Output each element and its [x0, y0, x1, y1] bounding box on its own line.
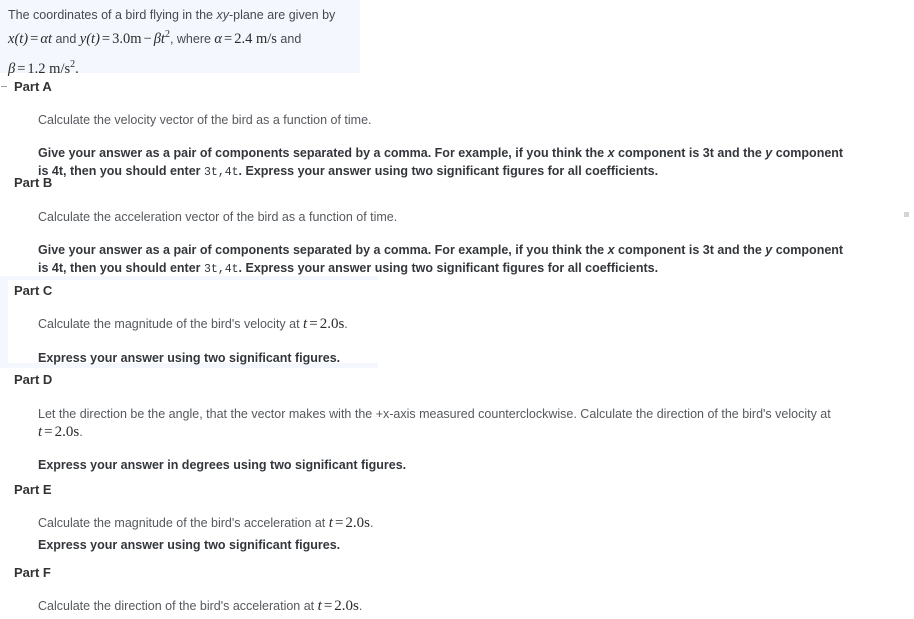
part-b-heading[interactable]: Part B — [0, 175, 914, 191]
scroll-indicator-artifact — [904, 212, 909, 217]
part-c-body: Calculate the magnitude of the bird's ve… — [0, 315, 914, 367]
part-d-question-text: Let the direction be the angle, that the… — [38, 407, 831, 421]
instr-text-b5: . Express your answer using two signific… — [238, 261, 659, 275]
part-e-time-value: t = 2.0s — [328, 515, 370, 531]
part-e-question: Calculate the magnitude of the bird's ac… — [38, 514, 914, 532]
part-f-time-value: t = 2.0s — [317, 598, 359, 614]
part-a-body: Calculate the velocity vector of the bir… — [0, 111, 914, 182]
alpha-value: α = 2.4 m/s — [214, 30, 277, 47]
instr-x-symbol-a: x — [607, 146, 615, 160]
part-c-time-value: t = 2.0s — [303, 316, 345, 332]
part-d-heading-label: Part D — [14, 372, 53, 387]
part-b-section: Part B Calculate the acceleration vector… — [0, 175, 914, 279]
instr-text-a1: Give your answer as a pair of components… — [38, 146, 608, 160]
instr-example-y-b: 4t — [224, 263, 239, 276]
instr-example-comma-b: , — [217, 263, 225, 276]
part-f-question: Calculate the direction of the bird's ac… — [38, 597, 914, 615]
part-b-instructions: Give your answer as a pair of components… — [38, 241, 914, 279]
part-e-question-text: Calculate the magnitude of the bird's ac… — [38, 516, 329, 530]
part-f-question-text: Calculate the direction of the bird's ac… — [38, 599, 318, 613]
statement-where: , where — [169, 31, 215, 46]
instr-example-x-b: 3t — [204, 263, 218, 276]
part-d-time-value: t = 2.0s — [38, 424, 80, 440]
statement-line-1: The coordinates of a bird flying in the … — [8, 6, 352, 25]
statement-and-1: and — [51, 31, 80, 46]
part-e-heading[interactable]: Part E — [0, 482, 914, 498]
statement-line-3: β = 1.2 m/s2. — [8, 55, 352, 79]
part-b-question: Calculate the acceleration vector of the… — [38, 210, 398, 224]
part-e-heading-label: Part E — [14, 482, 52, 497]
statement-xy-plane: xy — [216, 8, 229, 22]
part-c-section: Part C Calculate the magnitude of the bi… — [0, 283, 914, 367]
instr-text-b4: is 4t, then you should enter — [38, 261, 204, 275]
equation-x-of-t: x(t) = αt — [8, 30, 52, 47]
instr-text-b3: component — [772, 243, 844, 257]
part-b-body: Calculate the acceleration vector of the… — [0, 208, 914, 279]
part-f-section: Part F Calculate the direction of the bi… — [0, 565, 914, 615]
part-f-heading-label: Part F — [14, 565, 51, 580]
statement-period: . — [75, 60, 79, 77]
part-c-period: . — [344, 317, 348, 331]
part-c-heading-label: Part C — [14, 283, 53, 298]
instr-text-b1: Give your answer as a pair of components… — [38, 243, 608, 257]
part-d-body: Let the direction be the angle, that the… — [0, 405, 914, 474]
instr-text-b2: component is 3t and the — [614, 243, 766, 257]
part-a-question: Calculate the velocity vector of the bir… — [38, 113, 372, 127]
part-f-period: . — [358, 599, 363, 613]
equation-y-of-t: y(t) = 3.0m − βt2 — [79, 29, 170, 47]
part-c-heading[interactable]: Part C — [0, 283, 914, 299]
part-c-question: Calculate the magnitude of the bird's ve… — [38, 315, 914, 333]
part-d-heading[interactable]: Part D — [0, 372, 914, 388]
statement-text-1b: -plane are given by — [228, 8, 336, 22]
instr-text-a2: component is 3t and the — [614, 146, 766, 160]
statement-and-2: and — [276, 31, 302, 46]
statement-line-2: x(t) = αt and y(t) = 3.0m − βt2, where α = 2.4 m… — [8, 25, 352, 49]
part-d-section: Part D Let the direction be the angle, t… — [0, 372, 914, 474]
statement-text-1a: The coordinates of a bird flying in the — [8, 8, 217, 22]
part-a-heading[interactable]: Part A — [0, 79, 914, 95]
part-e-instructions: Express your answer using two significan… — [38, 538, 341, 552]
beta-value: β = 1.2 m/s2 — [8, 58, 76, 77]
part-f-body: Calculate the direction of the bird's ac… — [0, 597, 914, 615]
part-e-period: . — [370, 516, 374, 530]
part-f-heading[interactable]: Part F — [0, 565, 914, 581]
collapse-toggle-icon[interactable] — [1, 86, 7, 87]
problem-statement: The coordinates of a bird flying in the … — [0, 0, 360, 77]
instr-x-symbol-b: x — [607, 243, 615, 257]
part-e-body: Calculate the magnitude of the bird's ac… — [0, 514, 914, 554]
part-d-question: Let the direction be the angle, that the… — [38, 405, 914, 441]
part-c-instructions: Express your answer using two significan… — [38, 351, 341, 365]
part-c-question-text: Calculate the magnitude of the bird's ve… — [38, 317, 304, 331]
instr-text-a3: component — [772, 146, 844, 160]
part-d-period: . — [79, 425, 83, 439]
part-a-heading-label: Part A — [14, 79, 52, 94]
part-b-heading-label: Part B — [14, 175, 53, 190]
part-a-section: Part A Calculate the velocity vector of … — [0, 79, 914, 182]
part-d-instructions: Express your answer in degrees using two… — [38, 458, 407, 472]
part-e-section: Part E Calculate the magnitude of the bi… — [0, 482, 914, 554]
